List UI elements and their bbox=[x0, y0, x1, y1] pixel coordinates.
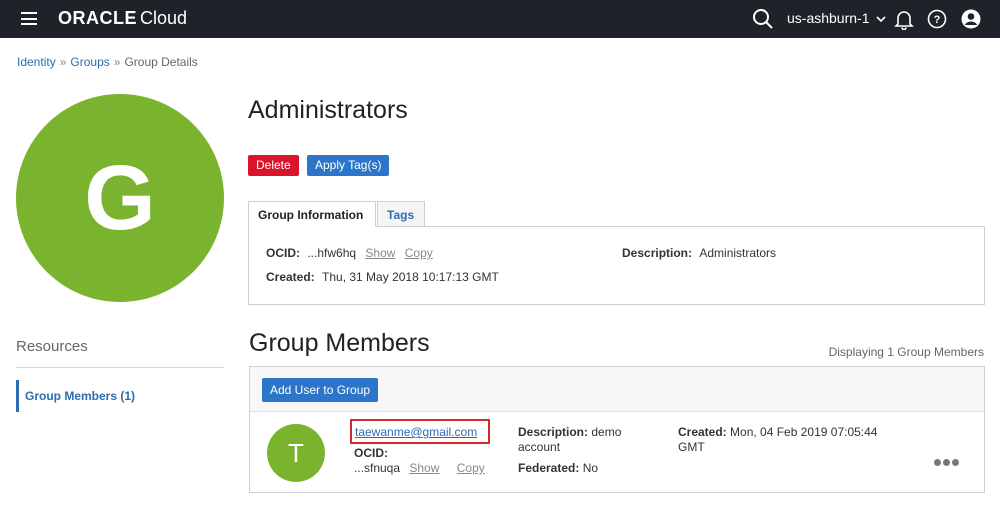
ocid-value: ...hfw6hq bbox=[307, 246, 357, 260]
member-federated-value: No bbox=[582, 461, 599, 475]
member-created-value-2: GMT bbox=[678, 440, 705, 454]
more-actions-icon[interactable] bbox=[934, 453, 962, 466]
member-ocid-copy-link[interactable]: Copy bbox=[457, 461, 485, 475]
ocid-row: OCID: ...hfw6hq Show Copy bbox=[266, 246, 433, 260]
breadcrumb-groups[interactable]: Groups bbox=[70, 55, 109, 69]
search-icon[interactable] bbox=[752, 8, 774, 30]
description-label: Description: bbox=[622, 246, 693, 260]
tab-tags[interactable]: Tags bbox=[377, 201, 425, 227]
ocid-copy-link[interactable]: Copy bbox=[405, 246, 433, 260]
help-icon[interactable]: ? bbox=[926, 8, 948, 30]
members-count-text: Displaying 1 Group Members bbox=[828, 345, 984, 359]
breadcrumb-identity[interactable]: Identity bbox=[17, 55, 56, 69]
oracle-cloud-logo[interactable]: ORACLE Cloud bbox=[58, 8, 187, 28]
bell-icon[interactable] bbox=[893, 8, 915, 31]
member-created: Created: Mon, 04 Feb 2019 07:05:44 GMT bbox=[678, 425, 877, 455]
group-information-panel: OCID: ...hfw6hq Show Copy Description: A… bbox=[248, 226, 985, 305]
resources-divider bbox=[16, 367, 224, 368]
breadcrumb-separator: » bbox=[59, 55, 67, 69]
member-description-value: demo bbox=[591, 425, 622, 439]
description-value: Administrators bbox=[699, 246, 777, 260]
member-description-value-2: account bbox=[518, 440, 561, 454]
hamburger-menu-icon[interactable] bbox=[21, 12, 37, 25]
breadcrumb-current: Group Details bbox=[124, 55, 198, 69]
group-avatar: G bbox=[16, 94, 224, 302]
member-ocid-show-link[interactable]: Show bbox=[409, 461, 439, 475]
members-toolbar: Add User to Group bbox=[250, 367, 984, 412]
breadcrumb-separator: » bbox=[113, 55, 121, 69]
apply-tags-button[interactable]: Apply Tag(s) bbox=[307, 155, 390, 176]
brand-cloud-text: Cloud bbox=[140, 8, 188, 28]
created-label: Created: bbox=[266, 270, 315, 284]
member-federated-label: Federated: bbox=[518, 461, 580, 475]
created-row: Created: Thu, 31 May 2018 10:17:13 GMT bbox=[266, 270, 499, 284]
group-members-panel: Add User to Group T taewanme@gmail.com O… bbox=[249, 366, 985, 493]
user-profile-icon[interactable] bbox=[960, 8, 982, 30]
delete-button[interactable]: Delete bbox=[248, 155, 299, 176]
sidebar-item-group-members[interactable]: Group Members (1) bbox=[16, 380, 216, 412]
region-selector[interactable]: us-ashburn-1 bbox=[787, 10, 886, 26]
brand-oracle-text: ORACLE bbox=[58, 8, 137, 28]
member-ocid-value: ...sfnuqa bbox=[354, 461, 401, 475]
member-ocid-label: OCID: bbox=[354, 446, 388, 460]
avatar: T bbox=[267, 424, 325, 482]
page-title: Administrators bbox=[248, 96, 408, 124]
add-user-to-group-button[interactable]: Add User to Group bbox=[262, 378, 379, 402]
created-value: Thu, 31 May 2018 10:17:13 GMT bbox=[322, 270, 499, 284]
member-email-link[interactable]: taewanme@gmail.com bbox=[355, 425, 477, 439]
top-navigation-bar: ORACLE Cloud us-ashburn-1 ? bbox=[0, 0, 1000, 38]
member-description: Description: demo account bbox=[518, 425, 621, 455]
group-members-heading: Group Members bbox=[249, 329, 430, 357]
ocid-show-link[interactable]: Show bbox=[365, 246, 395, 260]
tab-group-information[interactable]: Group Information bbox=[248, 201, 376, 227]
description-row: Description: Administrators bbox=[622, 246, 776, 260]
chevron-down-icon bbox=[875, 10, 886, 26]
member-federated: Federated: No bbox=[518, 461, 598, 476]
member-created-label: Created: bbox=[678, 425, 727, 439]
region-label: us-ashburn-1 bbox=[787, 10, 870, 26]
member-created-value: Mon, 04 Feb 2019 07:05:44 bbox=[730, 425, 878, 439]
member-description-label: Description: bbox=[518, 425, 589, 439]
member-ocid-row: ...sfnuqa Show Copy bbox=[354, 461, 485, 476]
breadcrumb: Identity» Groups» Group Details bbox=[17, 55, 198, 69]
ocid-label: OCID: bbox=[266, 246, 300, 260]
svg-text:?: ? bbox=[934, 14, 941, 26]
resources-heading: Resources bbox=[16, 338, 88, 355]
email-highlight-box: taewanme@gmail.com bbox=[350, 419, 490, 444]
